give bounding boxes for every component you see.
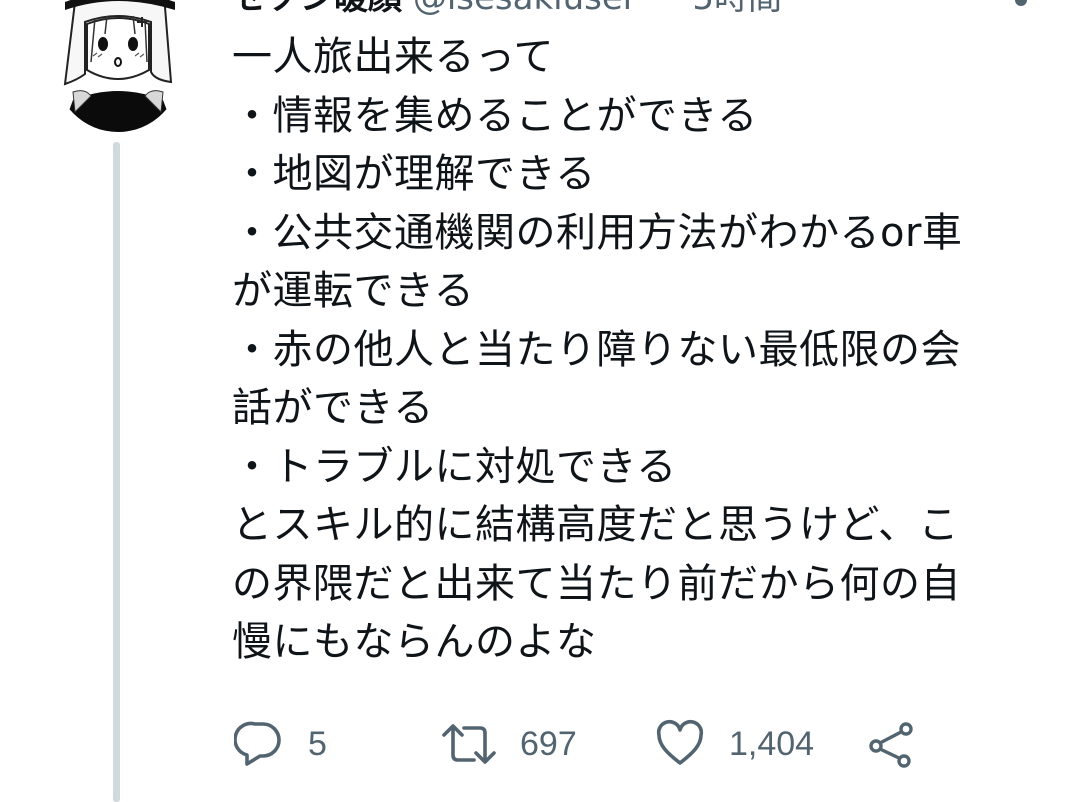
reply-button[interactable]: 5 [234, 716, 327, 772]
avatar[interactable] [55, 0, 181, 132]
tweet-text-line: の界隈だと出来て当たり前だから何の自 [232, 560, 961, 607]
reply-count: 5 [308, 724, 327, 763]
header-separator: ・ [648, 0, 682, 18]
retweet-button[interactable]: 697 [440, 716, 577, 772]
avatar-illustration [55, 0, 181, 132]
retweet-icon [442, 724, 496, 764]
retweet-count: 697 [520, 724, 577, 763]
tweet-text-line: 話ができる [232, 385, 434, 431]
tweet-text-line: 一人旅出来るって [232, 34, 554, 80]
reply-icon [234, 721, 281, 766]
tweet-text: 一人旅出来るって ・情報を集めることができる ・地図が理解できる ・公共交通機関… [232, 28, 1052, 672]
share-button[interactable] [868, 716, 916, 772]
tweet-header: セゾン暖顔 @isesakiuser ・ 5時間 [232, 0, 782, 18]
like-icon [656, 719, 704, 765]
tweet-text-line: が運転できる [232, 268, 475, 314]
tweet-text-line: とスキル的に結構高度だと思うけど、こ [232, 502, 959, 548]
author-name[interactable]: セゾン暖顔 [232, 0, 402, 18]
like-button[interactable]: 1,404 [655, 716, 814, 772]
tweet-text-line: 慢にもならんのよな [232, 619, 597, 665]
tweet-text-line: ・地図が理解できる [232, 151, 596, 197]
thread-line [113, 142, 120, 802]
share-icon [869, 722, 913, 768]
tweet-text-line: ・公共交通機関の利用方法がわかるor車 [232, 209, 963, 256]
author-handle[interactable]: @isesakiuser [413, 0, 637, 18]
tweet-text-line: ・赤の他人と当たり障りない最低限の会 [232, 326, 961, 373]
tweet-text-line: ・情報を集めることができる [232, 92, 758, 139]
more-icon[interactable] [1015, 0, 1027, 6]
tweet-timestamp[interactable]: 5時間 [692, 0, 782, 18]
like-count: 1,404 [729, 724, 815, 763]
tweet-text-line: ・トラブルに対処できる [232, 443, 677, 490]
